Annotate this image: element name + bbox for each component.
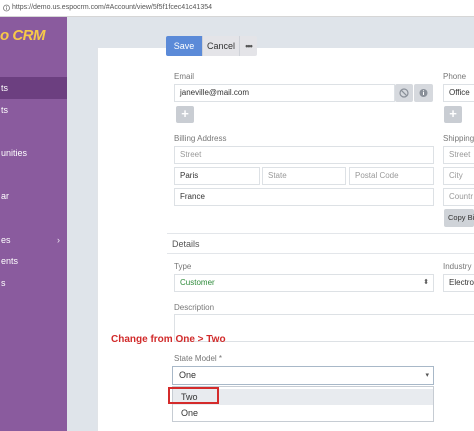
url-text[interactable]: https://demo.us.espocrm.com/#Account/vie… bbox=[12, 4, 212, 11]
sidebar-item-label: ts bbox=[1, 105, 9, 115]
phone-label: Phone bbox=[443, 72, 467, 81]
more-actions-button[interactable]: ••• bbox=[239, 36, 257, 56]
add-email-button[interactable]: + bbox=[176, 106, 194, 123]
sidebar-item-accounts[interactable]: ts bbox=[0, 77, 67, 99]
billing-state-input[interactable]: State bbox=[262, 167, 346, 185]
sidebar-item-activities[interactable]: es › bbox=[0, 229, 67, 251]
chevron-right-icon: › bbox=[57, 235, 60, 245]
industry-select[interactable]: Electro bbox=[443, 274, 474, 292]
sidebar-item-label: ts bbox=[1, 83, 9, 93]
cancel-button[interactable]: Cancel bbox=[202, 36, 239, 56]
caret-down-icon: ⬍ bbox=[423, 279, 429, 286]
details-heading: Details bbox=[172, 239, 200, 249]
type-value: Customer bbox=[180, 278, 215, 287]
state-model-label: State Model * bbox=[174, 354, 223, 363]
sidebar-item-label: s bbox=[1, 278, 6, 288]
info-icon bbox=[419, 89, 428, 97]
industry-label: Industry bbox=[443, 262, 472, 271]
sidebar-item-emails[interactable]: s bbox=[0, 272, 67, 294]
sidebar-item-label: es bbox=[1, 235, 11, 245]
phone-type-select[interactable]: Office bbox=[443, 84, 474, 102]
state-model-select[interactable]: One ▾ bbox=[172, 366, 434, 385]
shipping-street-input[interactable]: Street bbox=[443, 146, 474, 164]
sidebar-item-documents[interactable]: ents bbox=[0, 250, 67, 272]
state-model-value: One bbox=[179, 370, 197, 380]
type-label: Type bbox=[174, 262, 192, 271]
browser-url-bar[interactable]: https://demo.us.espocrm.com/#Account/vie… bbox=[0, 0, 474, 17]
highlight-box bbox=[168, 387, 219, 404]
caret-down-icon: ▾ bbox=[425, 372, 429, 379]
billing-street-input[interactable]: Street bbox=[174, 146, 434, 164]
billing-country-input[interactable]: France bbox=[174, 188, 434, 206]
sidebar: o CRM ts ts unities ar es › ents s bbox=[0, 17, 67, 431]
dropdown-option-one[interactable]: One bbox=[173, 405, 433, 421]
sidebar-item-label: unities bbox=[1, 148, 28, 158]
shipping-country-input[interactable]: Countr bbox=[443, 188, 474, 206]
section-divider bbox=[167, 253, 474, 254]
billing-city-input[interactable]: Paris bbox=[174, 167, 260, 185]
sidebar-item-label: ar bbox=[1, 191, 10, 201]
billing-postal-code-input[interactable]: Postal Code bbox=[349, 167, 434, 185]
email-label: Email bbox=[174, 72, 195, 81]
shipping-city-input[interactable]: City bbox=[443, 167, 474, 185]
billing-address-label: Billing Address bbox=[174, 134, 227, 143]
block-icon bbox=[399, 88, 409, 98]
sidebar-item-opportunities[interactable]: unities bbox=[0, 142, 67, 164]
add-phone-button[interactable]: + bbox=[444, 106, 462, 123]
app-logo[interactable]: o CRM bbox=[0, 27, 46, 44]
instruction-annotation: Change from One > Two bbox=[111, 334, 226, 345]
shipping-address-label: Shipping bbox=[443, 134, 474, 143]
sidebar-item-calendar[interactable]: ar bbox=[0, 185, 67, 207]
section-divider bbox=[167, 233, 474, 234]
copy-billing-button[interactable]: Copy Bi bbox=[444, 209, 474, 227]
sidebar-item-contacts[interactable]: ts bbox=[0, 99, 67, 121]
invalid-button[interactable] bbox=[414, 84, 433, 102]
type-select[interactable]: Customer ⬍ bbox=[174, 274, 434, 292]
sidebar-item-label: ents bbox=[1, 256, 19, 266]
email-field[interactable]: janeville@mail.com bbox=[174, 84, 395, 102]
opt-out-button[interactable] bbox=[395, 84, 413, 102]
info-icon bbox=[3, 4, 10, 12]
save-button[interactable]: Save bbox=[166, 36, 202, 56]
description-label: Description bbox=[174, 303, 215, 312]
